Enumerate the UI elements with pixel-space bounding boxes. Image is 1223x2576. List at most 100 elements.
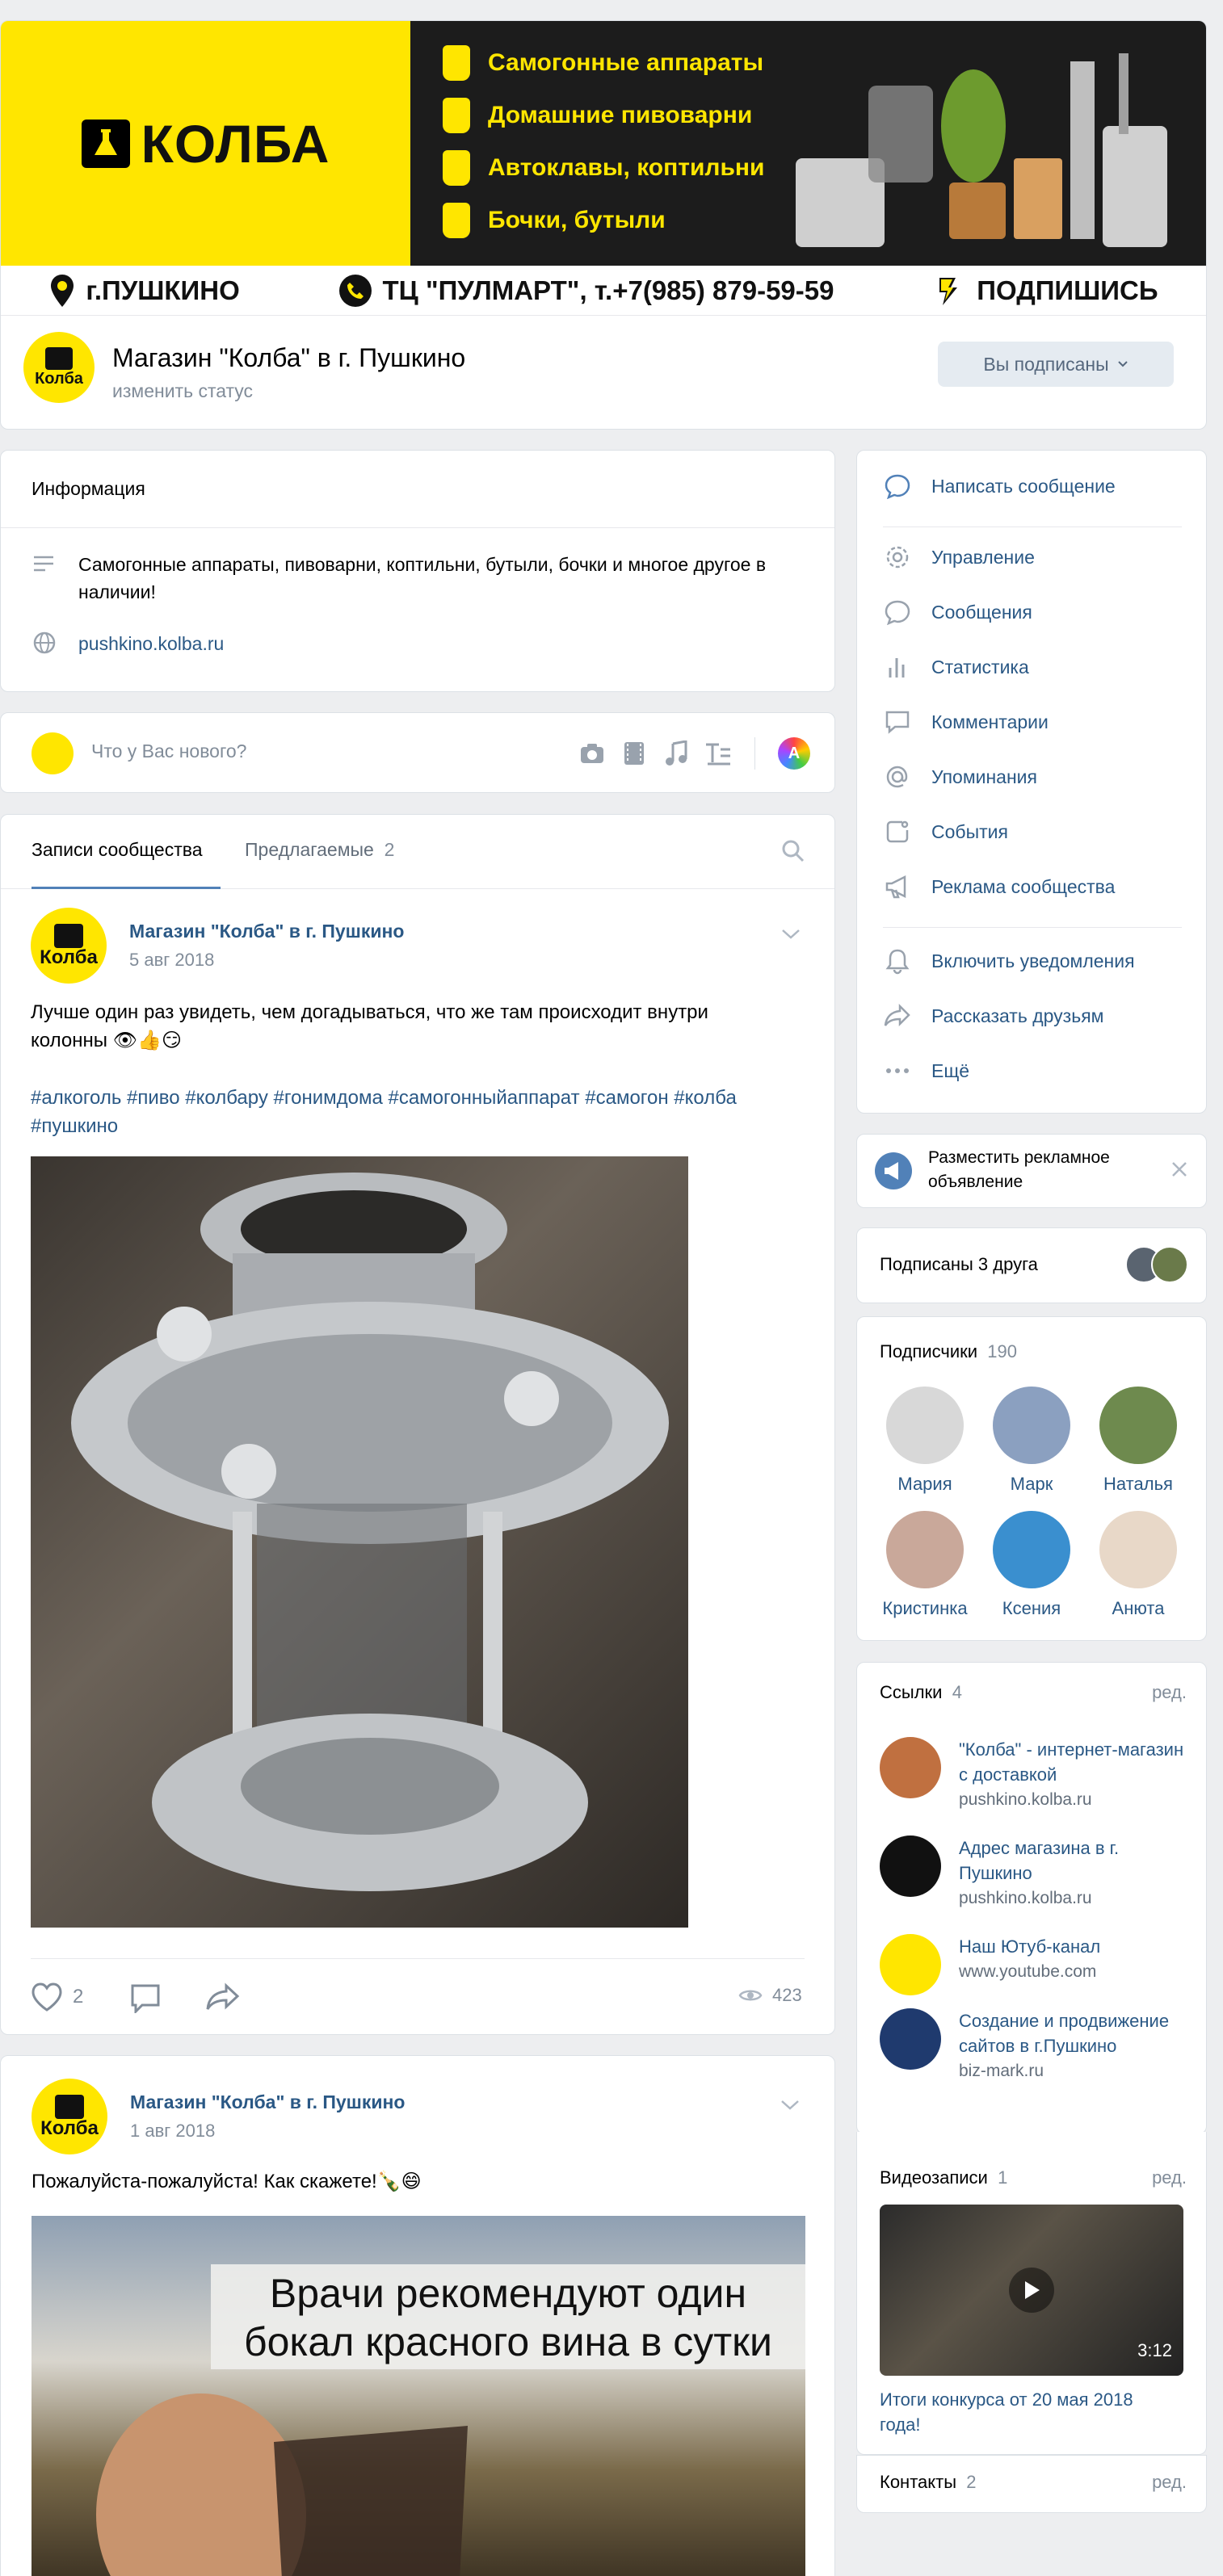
page-title: Магазин "Колба" в г. Пушкино [112, 343, 466, 372]
chevron-down-icon[interactable] [780, 924, 801, 945]
menu-item-comments[interactable]: Комментарии [883, 707, 1049, 736]
community-header: Колба Магазин "Колба" в г. Пушкино измен… [1, 332, 1206, 421]
camera-icon[interactable] [578, 740, 606, 767]
contacts-edit-link[interactable]: ред. [1152, 2472, 1187, 2493]
menu-item-manage[interactable]: Управление [883, 543, 1035, 572]
eye-icon [738, 1990, 763, 2001]
links-title[interactable]: Ссылки 4 [880, 1682, 962, 1703]
share-icon [206, 1982, 240, 2010]
post-author-avatar[interactable]: Колба [32, 2079, 107, 2154]
link-item[interactable]: Наш Ютуб-канал www.youtube.com [880, 1934, 1187, 1995]
ad-promo-banner[interactable]: Разместить рекламное объявление [856, 1134, 1207, 1208]
videos-title[interactable]: Видеозаписи 1 [880, 2167, 1007, 2188]
community-cover: КОЛБА Самогонные аппараты Домашние пивов… [0, 20, 1207, 430]
subscriber[interactable]: Мария [876, 1387, 973, 1495]
composer-avatar [32, 732, 74, 774]
sight-glass-illustration [71, 1173, 669, 1891]
subscriber[interactable]: Ксения [983, 1511, 1080, 1619]
link-avatar [880, 1836, 941, 1897]
subscriber[interactable]: Анюта [1090, 1511, 1187, 1619]
subscribed-button[interactable]: Вы подписаны [938, 342, 1174, 387]
search-icon[interactable] [781, 839, 805, 863]
comment-button[interactable] [129, 1982, 162, 2013]
city: г.ПУШКИНО [50, 274, 240, 307]
post-hashtags[interactable]: #алкоголь #пиво #колбару #гонимдома #сам… [31, 1084, 806, 1140]
comment-icon [883, 707, 912, 736]
friends-subscribed[interactable]: Подписаны 3 друга [856, 1227, 1207, 1303]
music-icon[interactable] [662, 740, 690, 767]
close-icon[interactable] [1170, 1157, 1188, 1185]
flask-icon [54, 924, 83, 948]
menu-item-messages[interactable]: Сообщения [883, 598, 1032, 627]
play-icon[interactable] [1009, 2268, 1054, 2313]
menu-item-mentions[interactable]: Упоминания [883, 762, 1037, 791]
banner-line: Самогонные аппараты [443, 45, 763, 81]
cover-banner[interactable]: КОЛБА Самогонные аппараты Домашние пивов… [1, 21, 1206, 266]
post-divider [31, 1958, 805, 1959]
ad-text: Разместить рекламное объявление [928, 1148, 1110, 1191]
arrow-down-icon [939, 277, 958, 305]
videos-edit-link[interactable]: ред. [1152, 2167, 1187, 2188]
subscribers-block: Подписчики 190 Мария Марк Наталья Кристи… [856, 1316, 1207, 1641]
ad-button[interactable]: A [778, 737, 810, 770]
community-avatar[interactable]: Колба [23, 332, 95, 403]
tab-community-posts[interactable]: Записи сообщества [32, 839, 202, 861]
link-item[interactable]: "Колба" - интернет-магазин с доставкой pu… [880, 1737, 1187, 1812]
link-item[interactable]: Создание и продвижение сайтов в г.Пушкин… [880, 2008, 1187, 2083]
post-date[interactable]: 1 авг 2018 [130, 2121, 215, 2142]
globe-icon [32, 630, 57, 656]
video-duration: 3:12 [1137, 2340, 1172, 2360]
active-tab-indicator [32, 887, 221, 889]
contacts-title[interactable]: Контакты 2 [880, 2472, 977, 2493]
post-date[interactable]: 5 авг 2018 [129, 950, 214, 971]
bell-icon [883, 946, 912, 975]
menu-divider [883, 927, 1182, 928]
website-row: pushkino.kolba.ru [32, 630, 224, 657]
contacts-header: Контакты 2 ред. [880, 2472, 1187, 2493]
phone: ТЦ "ПУЛМАРТ", т.+7(985) 879-59-59 [338, 274, 834, 307]
subscriber[interactable]: Наталья [1090, 1387, 1187, 1495]
subscriber[interactable]: Марк [983, 1387, 1080, 1495]
article-icon[interactable] [704, 740, 732, 767]
menu-item-share[interactable]: Рассказать друзьям [883, 1001, 1103, 1030]
post-author[interactable]: Магазин "Колба" в г. Пушкино [129, 921, 404, 942]
link-item[interactable]: Адрес магазина в г. Пушкино pushkino.kolb… [880, 1836, 1187, 1911]
menu-item-more[interactable]: Ещё [883, 1056, 969, 1085]
website-link[interactable]: pushkino.kolba.ru [78, 630, 224, 657]
banner-products: Самогонные аппараты Домашние пивоварни А… [410, 21, 1206, 266]
link-avatar [880, 1737, 941, 1798]
share-button[interactable] [205, 1982, 241, 2012]
subscriber[interactable]: Кристинка [876, 1511, 973, 1619]
more-dots-icon [883, 1056, 912, 1085]
menu-item-events[interactable]: События [883, 817, 1008, 846]
post-photo[interactable] [31, 1156, 688, 1928]
change-status-link[interactable]: изменить статус [112, 380, 253, 402]
menu-item-notifications[interactable]: Включить уведомления [883, 946, 1135, 975]
video-icon[interactable] [620, 740, 648, 767]
barrel-icon [443, 203, 470, 238]
post-author-avatar[interactable]: Колба [31, 908, 107, 984]
autoclave-icon [443, 150, 470, 186]
post-photo[interactable]: Врачи рекомендуют один бокал красного ви… [32, 2216, 805, 2576]
links-edit-link[interactable]: ред. [1152, 1682, 1187, 1703]
megaphone-icon [883, 872, 912, 901]
friend-avatar [1151, 1246, 1188, 1283]
post-text: Лучше один раз увидеть, чем догадываться… [31, 1001, 708, 1051]
link-avatar [880, 1934, 941, 1995]
write-message-button[interactable]: Написать сообщение [883, 472, 1116, 501]
chevron-down-icon[interactable] [780, 2095, 801, 2116]
menu-item-statistics[interactable]: Статистика [883, 652, 1029, 682]
info-block: Информация Самогонные аппараты, пивоварн… [0, 450, 835, 692]
menu-item-advertising[interactable]: Реклама сообщества [883, 872, 1115, 901]
subscribers-title[interactable]: Подписчики 190 [880, 1341, 1017, 1362]
video-thumbnail[interactable]: 3:12 [880, 2205, 1183, 2376]
post-author[interactable]: Магазин "Колба" в г. Пушкино [130, 2091, 405, 2113]
composer-input[interactable]: Что у Вас нового? [91, 740, 246, 762]
composer-attachments: A [578, 737, 810, 770]
views-counter: 423 [738, 1985, 802, 2006]
tab-suggested[interactable]: Предлагаемые 2 [245, 839, 394, 861]
suggested-count: 2 [384, 839, 395, 860]
video-title[interactable]: Итоги конкурса от 20 мая 2018 года! [880, 2387, 1179, 2437]
banner-logo: КОЛБА [1, 21, 410, 266]
like-button[interactable]: 2 [31, 1982, 83, 2012]
